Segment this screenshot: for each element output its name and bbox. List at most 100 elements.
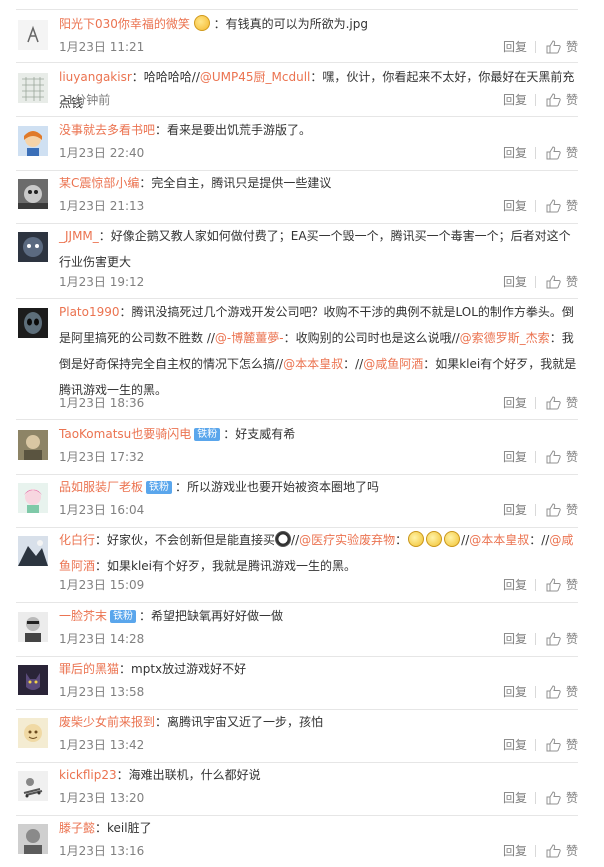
avatar[interactable] <box>18 665 48 695</box>
avatar[interactable] <box>18 308 48 338</box>
comment-item: 一脸芥末 铁粉 ：希望把缺氧再好好做一做 1月23日 14:28 回复 赞 <box>0 603 604 657</box>
action-separator <box>535 200 536 212</box>
reply-button[interactable]: 回复 <box>503 683 527 701</box>
reply-button[interactable]: 回复 <box>503 273 527 291</box>
mention-link[interactable]: @UMP45厨_Mcdull <box>200 70 311 84</box>
like-button[interactable]: 赞 <box>546 273 578 291</box>
comment-user[interactable]: _JJMM_ <box>59 229 99 243</box>
comment-user[interactable]: 罪后的黑猫 <box>59 662 119 676</box>
action-separator <box>535 147 536 159</box>
like-label: 赞 <box>566 844 579 858</box>
mention-link[interactable]: @-博麓薑夢- <box>215 331 284 345</box>
avatar[interactable] <box>18 20 48 50</box>
avatar[interactable] <box>18 179 48 209</box>
like-button[interactable]: 赞 <box>546 842 578 860</box>
action-separator <box>535 579 536 591</box>
like-label: 赞 <box>566 275 579 289</box>
thumbs-up-icon <box>546 450 561 464</box>
like-button[interactable]: 赞 <box>546 630 578 648</box>
comment-user[interactable]: 品如服装厂老板 <box>59 480 143 494</box>
reply-button[interactable]: 回复 <box>503 38 527 56</box>
mention-link[interactable]: @索德罗斯_杰索 <box>460 331 550 345</box>
divider <box>16 419 578 420</box>
reply-button[interactable]: 回复 <box>503 144 527 162</box>
like-button[interactable]: 赞 <box>546 144 578 162</box>
like-button[interactable]: 赞 <box>546 38 578 56</box>
avatar[interactable] <box>18 612 48 642</box>
comment-user[interactable]: liuyangakisr <box>59 70 132 84</box>
avatar[interactable] <box>18 126 48 156</box>
avatar[interactable] <box>18 824 48 854</box>
comment-item: 某C震惊部小编：完全自主，腾讯只是提供一些建议 1月23日 21:13 回复 赞 <box>0 170 604 224</box>
reply-button[interactable]: 回复 <box>503 197 527 215</box>
comment-time: 1月23日 13:42 <box>59 738 145 752</box>
avatar[interactable] <box>18 718 48 748</box>
comment-user[interactable]: Plato1990 <box>59 305 120 319</box>
avatar[interactable] <box>18 771 48 801</box>
like-label: 赞 <box>566 146 579 160</box>
reply-button[interactable]: 回复 <box>503 501 527 519</box>
like-label: 赞 <box>566 632 579 646</box>
avatar[interactable] <box>18 430 48 460</box>
reply-button[interactable]: 回复 <box>503 576 527 594</box>
fan-badge: 铁粉 <box>110 610 137 623</box>
like-button[interactable]: 赞 <box>546 394 578 412</box>
like-button[interactable]: 赞 <box>546 197 578 215</box>
comment-item: 罪后的黑猫：mptx放过游戏好不好 1月23日 13:58 回复 赞 <box>0 656 604 710</box>
comment-user[interactable]: 废柴少女前来报到 <box>59 715 155 729</box>
like-button[interactable]: 赞 <box>546 736 578 754</box>
avatar[interactable] <box>18 73 48 103</box>
laughing-emoji-icon <box>408 531 425 547</box>
reply-button[interactable]: 回复 <box>503 842 527 860</box>
thumbs-up-icon <box>546 685 561 699</box>
comment-user[interactable]: 一脸芥末 <box>59 609 107 623</box>
comment-item: 化白行：好家伙，不会创新但是能直接买//@医疗实验废弃物：//@本本皇叔：//@… <box>0 527 604 603</box>
comment-text: ：如果klei有个好歹，我就是腾讯游戏一生的黑。 <box>95 559 357 573</box>
like-button[interactable]: 赞 <box>546 576 578 594</box>
comment-text: ：收购别的公司时也是这么说哦// <box>283 331 460 345</box>
action-separator <box>535 94 536 106</box>
comment-text: ：// <box>529 533 550 547</box>
reply-button[interactable]: 回复 <box>503 736 527 754</box>
comment-text: ：希望把缺氧再好好做一做 <box>139 609 284 623</box>
avatar[interactable] <box>18 483 48 513</box>
avatar[interactable] <box>18 232 48 262</box>
like-button[interactable]: 赞 <box>546 91 578 109</box>
like-button[interactable]: 赞 <box>546 448 578 466</box>
comment-user[interactable]: TaoKomatsu也要骑闪电 <box>59 427 191 441</box>
like-label: 赞 <box>566 503 579 517</box>
laughing-emoji-icon <box>426 531 443 547</box>
mention-link[interactable]: @医疗实验废弃物 <box>299 533 395 547</box>
comment-item: liuyangakisr：哈哈哈哈//@UMP45厨_Mcdull：嘿，伙计，你… <box>0 63 604 117</box>
thumbs-up-icon <box>546 93 561 107</box>
comment-list: 阳光下030你幸福的微笑 ：有钱真的可以为所欲为.jpg 1月23日 11:21… <box>0 0 604 867</box>
comment-item: 阳光下030你幸福的微笑 ：有钱真的可以为所欲为.jpg 1月23日 11:21… <box>0 10 604 64</box>
reply-button[interactable]: 回复 <box>503 789 527 807</box>
comment-user[interactable]: 滕子懿 <box>59 821 95 835</box>
like-button[interactable]: 赞 <box>546 501 578 519</box>
comment-time: 1月23日 13:20 <box>59 791 145 805</box>
comment-user[interactable]: kickflip23 <box>59 768 117 782</box>
avatar[interactable] <box>18 536 48 566</box>
comment-user[interactable]: 化白行 <box>59 533 95 547</box>
reply-button[interactable]: 回复 <box>503 91 527 109</box>
reply-button[interactable]: 回复 <box>503 394 527 412</box>
like-button[interactable]: 赞 <box>546 683 578 701</box>
like-button[interactable]: 赞 <box>546 789 578 807</box>
mention-link[interactable]: @本本皇叔 <box>469 533 529 547</box>
comment-user[interactable]: 没事就去多看书吧 <box>59 123 155 137</box>
like-label: 赞 <box>566 40 579 54</box>
comment-time: 1月23日 19:12 <box>59 275 145 289</box>
comment-item: _JJMM_：好像企鹅又教人家如何做付费了；EA买一个毁一个，腾讯买一个毒害一个… <box>0 223 604 299</box>
mention-link[interactable]: @咸鱼阿酒 <box>363 357 423 371</box>
reply-button[interactable]: 回复 <box>503 448 527 466</box>
comment-item: 没事就去多看书吧：看来是要出饥荒手游版了。 1月23日 22:40 回复 赞 <box>0 117 604 171</box>
like-label: 赞 <box>566 93 579 107</box>
comment-time: 1月23日 14:28 <box>59 632 145 646</box>
mention-link[interactable]: @本本皇叔 <box>283 357 343 371</box>
comment-item: kickflip23：海难出联机，什么都好说 1月23日 13:20 回复 赞 <box>0 762 604 816</box>
reply-button[interactable]: 回复 <box>503 630 527 648</box>
comment-user[interactable]: 阳光下030你幸福的微笑 <box>59 17 190 31</box>
comment-time: 1月23日 18:36 <box>59 396 145 410</box>
comment-user[interactable]: 某C震惊部小编 <box>59 176 139 190</box>
